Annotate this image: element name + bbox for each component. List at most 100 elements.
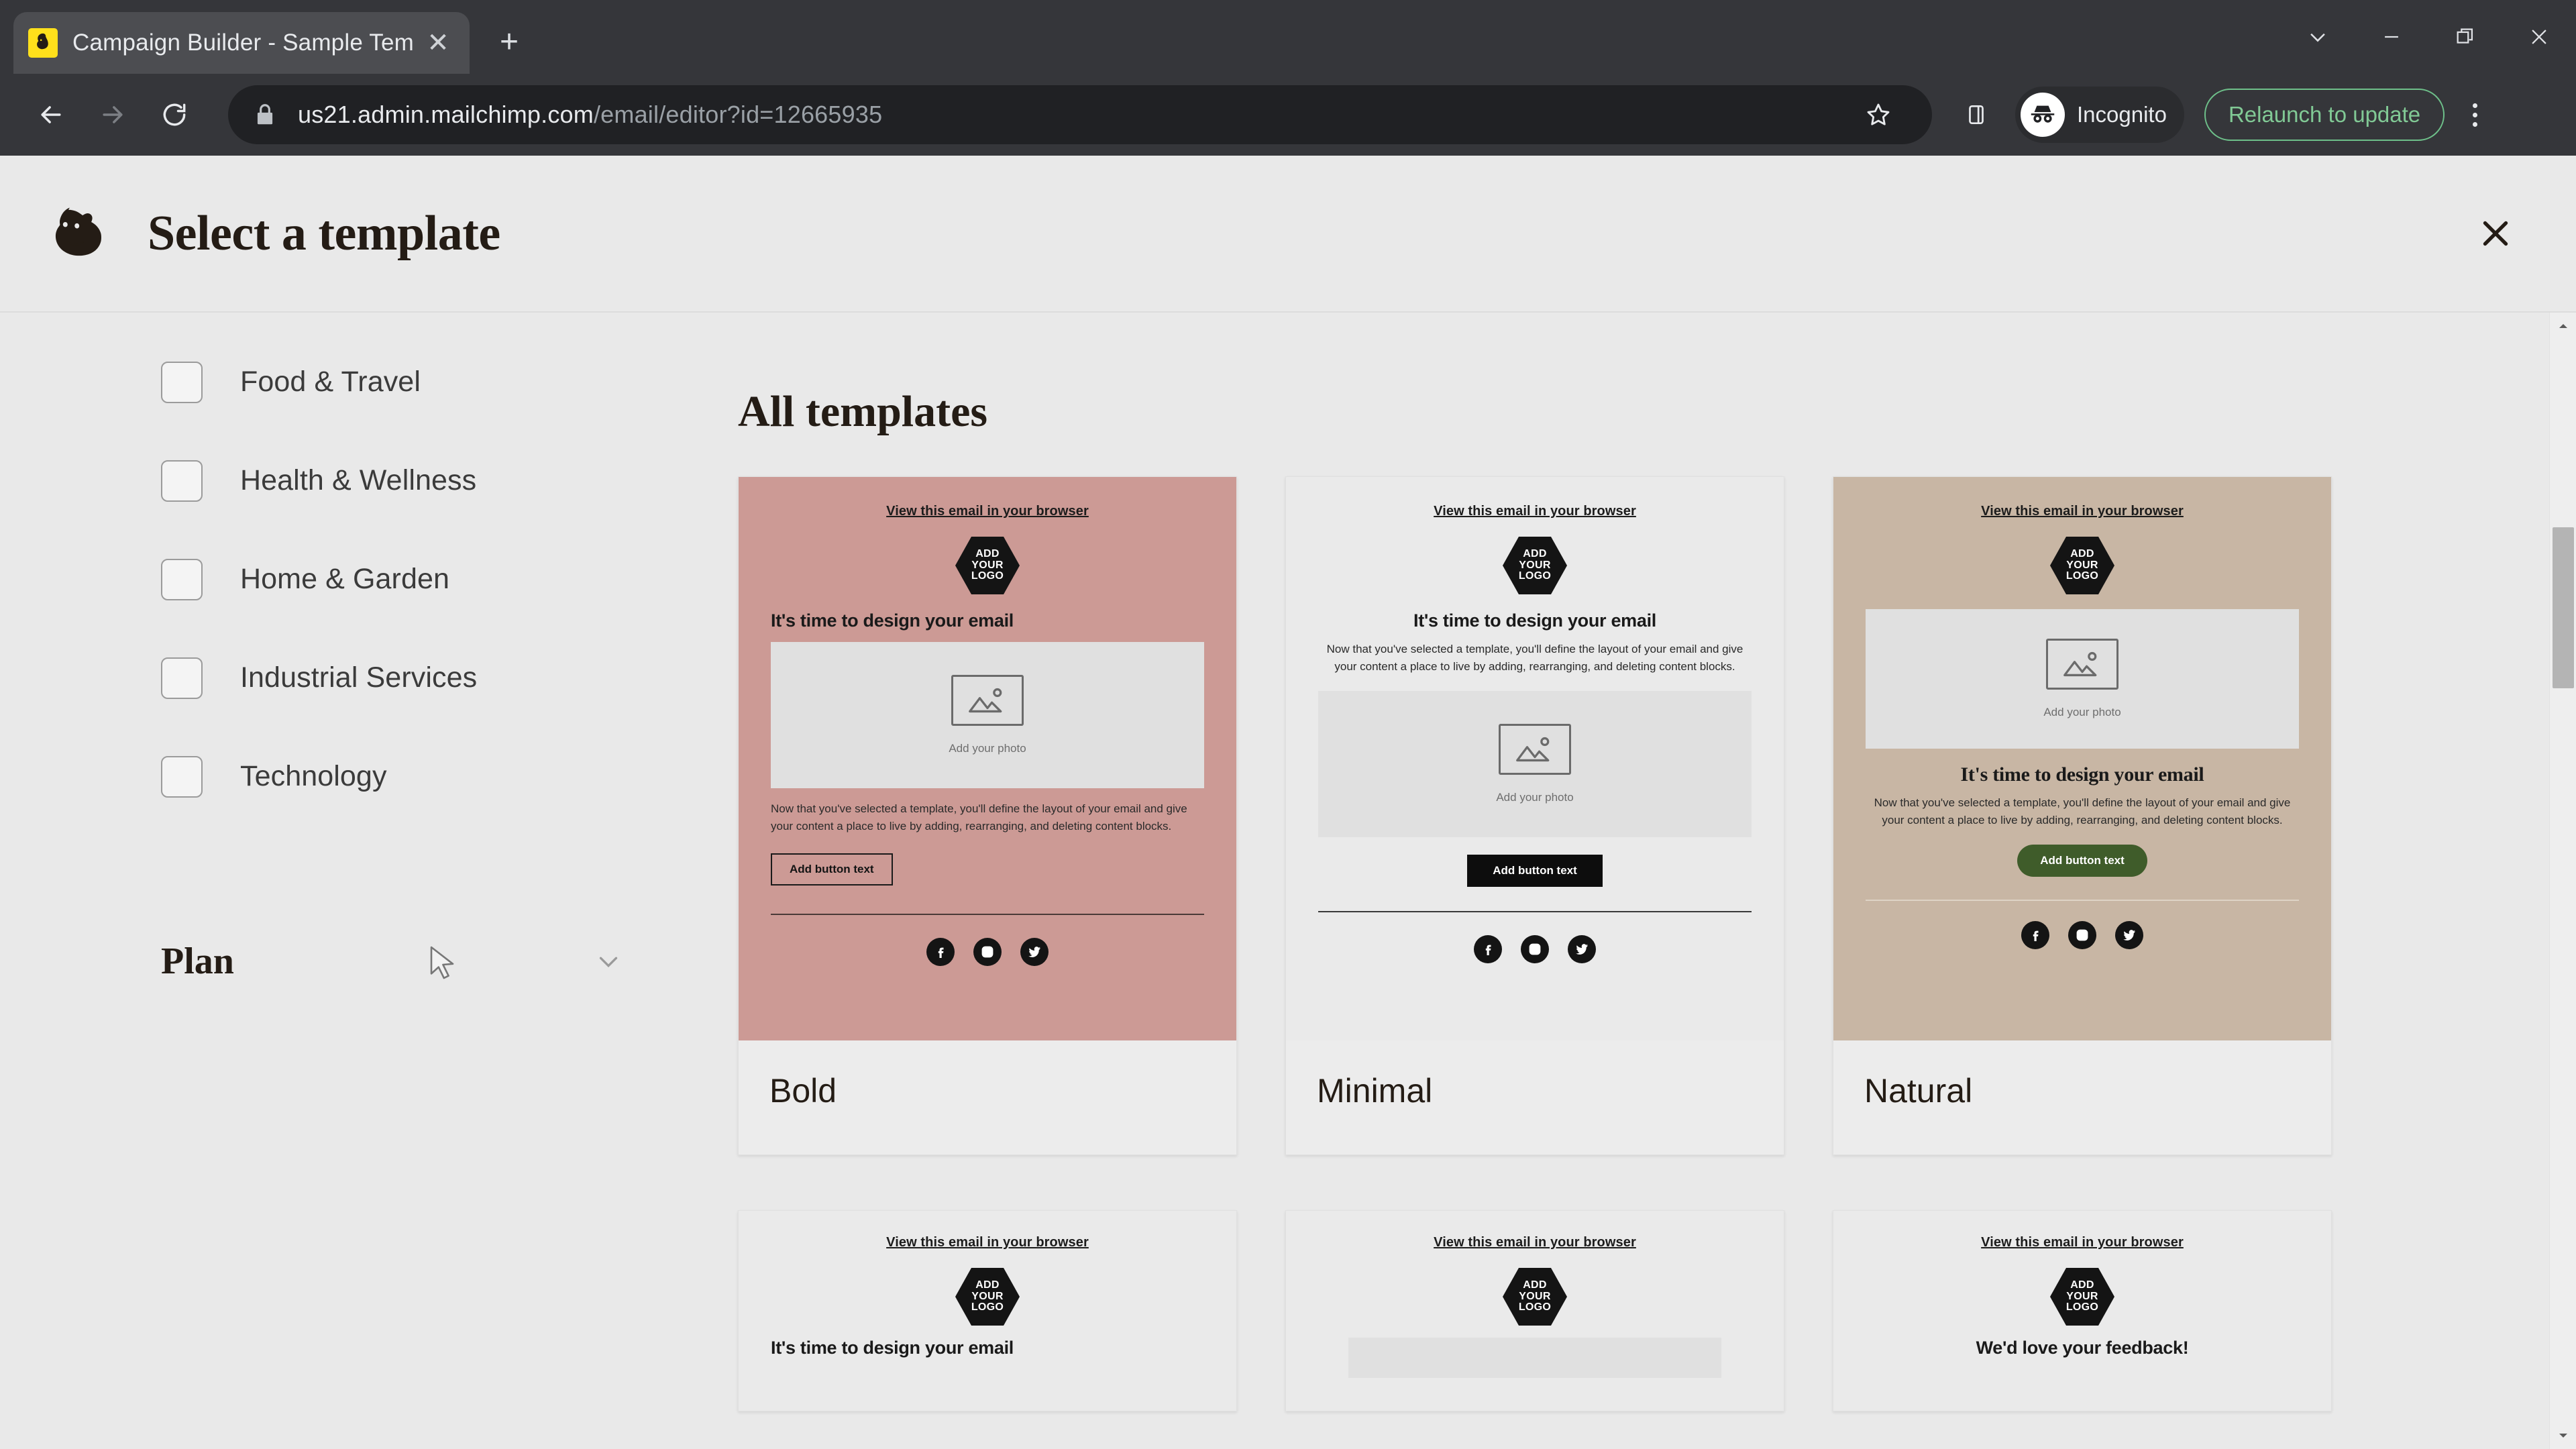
window-close-button[interactable] bbox=[2502, 0, 2576, 74]
checkbox-health-wellness[interactable] bbox=[161, 460, 203, 502]
filter-label: Food & Travel bbox=[240, 366, 421, 398]
relaunch-to-update-button[interactable]: Relaunch to update bbox=[2204, 89, 2445, 141]
logo-line-2: YOUR bbox=[1519, 1290, 1551, 1302]
email-divider bbox=[771, 913, 1204, 915]
template-preview: View this email in your browser ADD YOUR… bbox=[1833, 477, 2331, 1040]
add-your-logo-placeholder: ADD YOUR LOGO bbox=[1503, 537, 1567, 594]
photo-placeholder: Add your photo bbox=[771, 642, 1204, 788]
add-your-logo-placeholder: ADD YOUR LOGO bbox=[1503, 1268, 1567, 1326]
add-button-text-button[interactable]: Add button text bbox=[771, 853, 893, 885]
instagram-icon[interactable] bbox=[973, 937, 1002, 966]
template-preview: View this email in your browser ADD YOUR… bbox=[1286, 477, 1784, 1040]
url-text: us21.admin.mailchimp.com/email/editor?id… bbox=[298, 101, 882, 129]
view-in-browser-link[interactable]: View this email in your browser bbox=[886, 504, 1089, 519]
checkbox-technology[interactable] bbox=[161, 755, 203, 798]
email-headline: It's time to design your email bbox=[771, 1338, 1014, 1358]
chrome-menu-button[interactable] bbox=[2450, 87, 2500, 143]
reload-button[interactable] bbox=[144, 84, 205, 146]
incognito-icon bbox=[2031, 105, 2055, 123]
back-button[interactable] bbox=[20, 84, 82, 146]
logo-line-2: YOUR bbox=[1519, 559, 1551, 571]
facebook-icon[interactable] bbox=[1474, 934, 1502, 963]
filter-label: Industrial Services bbox=[240, 661, 478, 694]
view-in-browser-link[interactable]: View this email in your browser bbox=[1981, 504, 2184, 519]
image-placeholder-icon bbox=[2046, 639, 2118, 690]
social-links bbox=[1474, 934, 1596, 963]
sidebar-item-home-garden[interactable]: Home & Garden bbox=[161, 530, 738, 629]
view-in-browser-link[interactable]: View this email in your browser bbox=[886, 1235, 1089, 1250]
new-tab-button[interactable]: + bbox=[486, 19, 533, 66]
side-panel-button[interactable] bbox=[1948, 87, 2004, 143]
url-domain: us21.admin.mailchimp.com bbox=[298, 101, 594, 128]
template-card-row2-2[interactable]: View this email in your browser ADD YOUR… bbox=[1285, 1210, 1784, 1411]
logo-line-2: YOUR bbox=[971, 1290, 1004, 1302]
bookmark-button[interactable] bbox=[1849, 85, 1908, 144]
add-your-logo-placeholder: ADD YOUR LOGO bbox=[2050, 537, 2114, 594]
section-title: Plan bbox=[161, 941, 234, 982]
tab-search-button[interactable] bbox=[2281, 0, 2355, 74]
instagram-icon[interactable] bbox=[2068, 920, 2096, 949]
minimize-icon bbox=[2385, 36, 2398, 38]
facebook-icon[interactable] bbox=[926, 937, 955, 966]
social-links bbox=[2021, 920, 2143, 949]
template-card-bold[interactable]: View this email in your browser ADD YOUR… bbox=[738, 476, 1237, 1155]
logo-line-3: LOGO bbox=[971, 1301, 1004, 1313]
templates-grid-row-2: View this email in your browser ADD YOUR… bbox=[738, 1210, 2469, 1411]
page-scrollbar[interactable] bbox=[2549, 313, 2576, 1449]
twitter-icon[interactable] bbox=[1020, 937, 1049, 966]
twitter-icon[interactable] bbox=[2115, 920, 2143, 949]
filter-label: Technology bbox=[240, 760, 387, 792]
forward-button[interactable] bbox=[82, 84, 144, 146]
sidebar-item-health-wellness[interactable]: Health & Wellness bbox=[161, 431, 738, 530]
all-templates-heading: All templates bbox=[738, 387, 988, 436]
logo-line-3: LOGO bbox=[1518, 570, 1552, 582]
checkbox-home-garden[interactable] bbox=[161, 558, 203, 600]
scroll-up-button[interactable] bbox=[2550, 313, 2576, 339]
template-preview: View this email in your browser ADD YOUR… bbox=[739, 477, 1236, 1040]
instagram-icon[interactable] bbox=[1521, 934, 1549, 963]
add-button-text-button[interactable]: Add button text bbox=[2017, 844, 2147, 877]
sidebar-section-plan[interactable]: Plan bbox=[161, 940, 624, 983]
add-button-text-button[interactable]: Add button text bbox=[1467, 854, 1603, 887]
logo-line-1: ADD bbox=[975, 547, 1000, 559]
facebook-icon[interactable] bbox=[2021, 920, 2049, 949]
close-modal-button[interactable] bbox=[2463, 201, 2528, 266]
maximize-button[interactable] bbox=[2428, 0, 2502, 74]
scroll-down-button[interactable] bbox=[2550, 1422, 2576, 1449]
logo-line-2: YOUR bbox=[2066, 1290, 2098, 1302]
email-preview-minimal: View this email in your browser ADD YOUR… bbox=[1286, 477, 1784, 1040]
logo-line-1: ADD bbox=[1523, 547, 1547, 559]
template-card-minimal[interactable]: View this email in your browser ADD YOUR… bbox=[1285, 476, 1784, 1155]
sidebar-item-technology[interactable]: Technology bbox=[161, 727, 738, 826]
sidebar-item-food-travel[interactable]: Food & Travel bbox=[161, 333, 738, 431]
minimize-button[interactable] bbox=[2355, 0, 2428, 74]
view-in-browser-link[interactable]: View this email in your browser bbox=[1434, 1235, 1636, 1250]
profile-incognito-button[interactable]: Incognito bbox=[2015, 87, 2184, 143]
lock-icon bbox=[257, 104, 273, 125]
sidebar-item-industrial-services[interactable]: Industrial Services bbox=[161, 629, 738, 727]
address-bar[interactable]: us21.admin.mailchimp.com/email/editor?id… bbox=[228, 85, 1932, 144]
forward-arrow-icon bbox=[103, 106, 123, 123]
toolbar-right: Incognito Relaunch to update bbox=[1948, 87, 2500, 143]
twitter-icon[interactable] bbox=[1568, 934, 1596, 963]
template-name: Minimal bbox=[1317, 1072, 1433, 1110]
view-in-browser-link[interactable]: View this email in your browser bbox=[1981, 1235, 2184, 1250]
filters-sidebar: Food & Travel Health & Wellness Home & G… bbox=[0, 313, 738, 1449]
template-name: Bold bbox=[769, 1072, 837, 1110]
email-body-text: Now that you've selected a template, you… bbox=[1874, 796, 2291, 827]
template-card-natural[interactable]: View this email in your browser ADD YOUR… bbox=[1833, 476, 2332, 1155]
logo-line-1: ADD bbox=[1523, 1279, 1547, 1291]
browser-tab[interactable]: Campaign Builder - Sample Tem ✕ bbox=[13, 12, 470, 74]
url-path: /email/editor?id=12665935 bbox=[593, 101, 883, 128]
scrollbar-thumb[interactable] bbox=[2553, 527, 2574, 688]
template-card-row2-1[interactable]: View this email in your browser ADD YOUR… bbox=[738, 1210, 1237, 1411]
tab-close-button[interactable]: ✕ bbox=[421, 26, 455, 60]
view-in-browser-link[interactable]: View this email in your browser bbox=[1434, 504, 1636, 519]
checkbox-food-travel[interactable] bbox=[161, 361, 203, 403]
filter-label: Home & Garden bbox=[240, 563, 450, 595]
star-icon bbox=[1867, 103, 1890, 125]
template-card-row2-3[interactable]: View this email in your browser ADD YOUR… bbox=[1833, 1210, 2332, 1411]
browser-chrome: Campaign Builder - Sample Tem ✕ + us21.a… bbox=[0, 0, 2576, 156]
checkbox-industrial-services[interactable] bbox=[161, 657, 203, 699]
logo-line-3: LOGO bbox=[2065, 1301, 2099, 1313]
